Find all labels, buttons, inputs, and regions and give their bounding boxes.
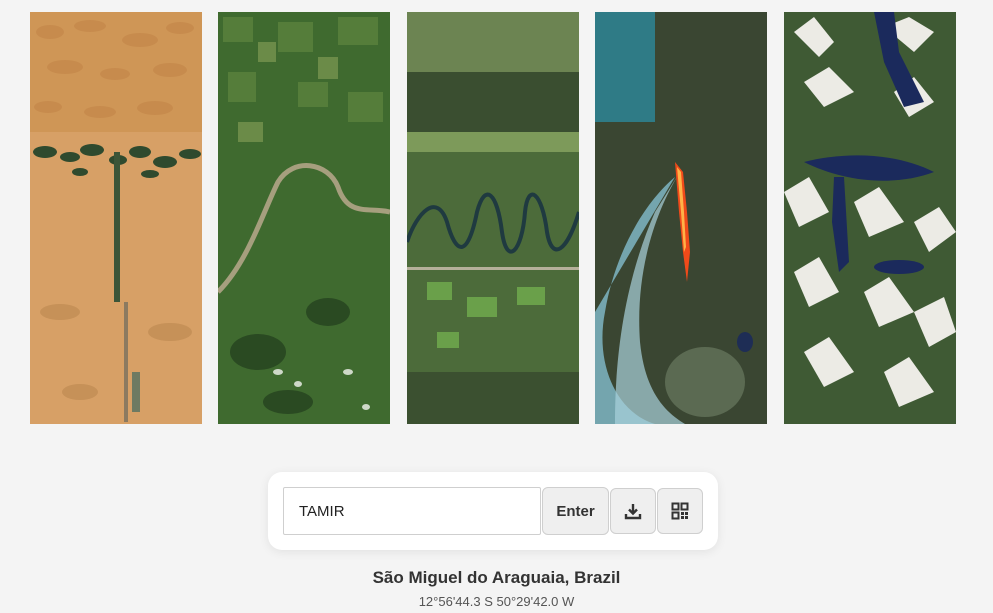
desert-oasis-image <box>30 12 202 424</box>
location-coordinates: 12°56'44.3 S 50°29'42.0 W <box>418 594 575 609</box>
name-entry-card: Enter <box>268 472 718 550</box>
meandering-river-image <box>407 12 579 424</box>
farmland-river-tile <box>218 12 390 424</box>
qr-code-icon <box>671 502 689 520</box>
wildfire-smoke-tile <box>595 12 767 424</box>
snowy-mountains-lakes-tile <box>784 12 956 424</box>
wildfire-smoke-image <box>595 12 767 424</box>
name-input[interactable] <box>283 487 541 535</box>
meandering-river-tile <box>407 12 579 424</box>
location-name: São Miguel do Araguaia, Brazil <box>372 568 621 587</box>
enter-button[interactable]: Enter <box>542 487 609 535</box>
download-icon <box>624 504 642 520</box>
snowy-mountains-lakes-image <box>784 12 956 424</box>
desert-oasis-tile <box>30 12 202 424</box>
enter-button-label: Enter <box>556 502 595 520</box>
farmland-river-image <box>218 12 390 424</box>
qr-code-button[interactable] <box>657 488 703 534</box>
download-button[interactable] <box>610 488 656 534</box>
